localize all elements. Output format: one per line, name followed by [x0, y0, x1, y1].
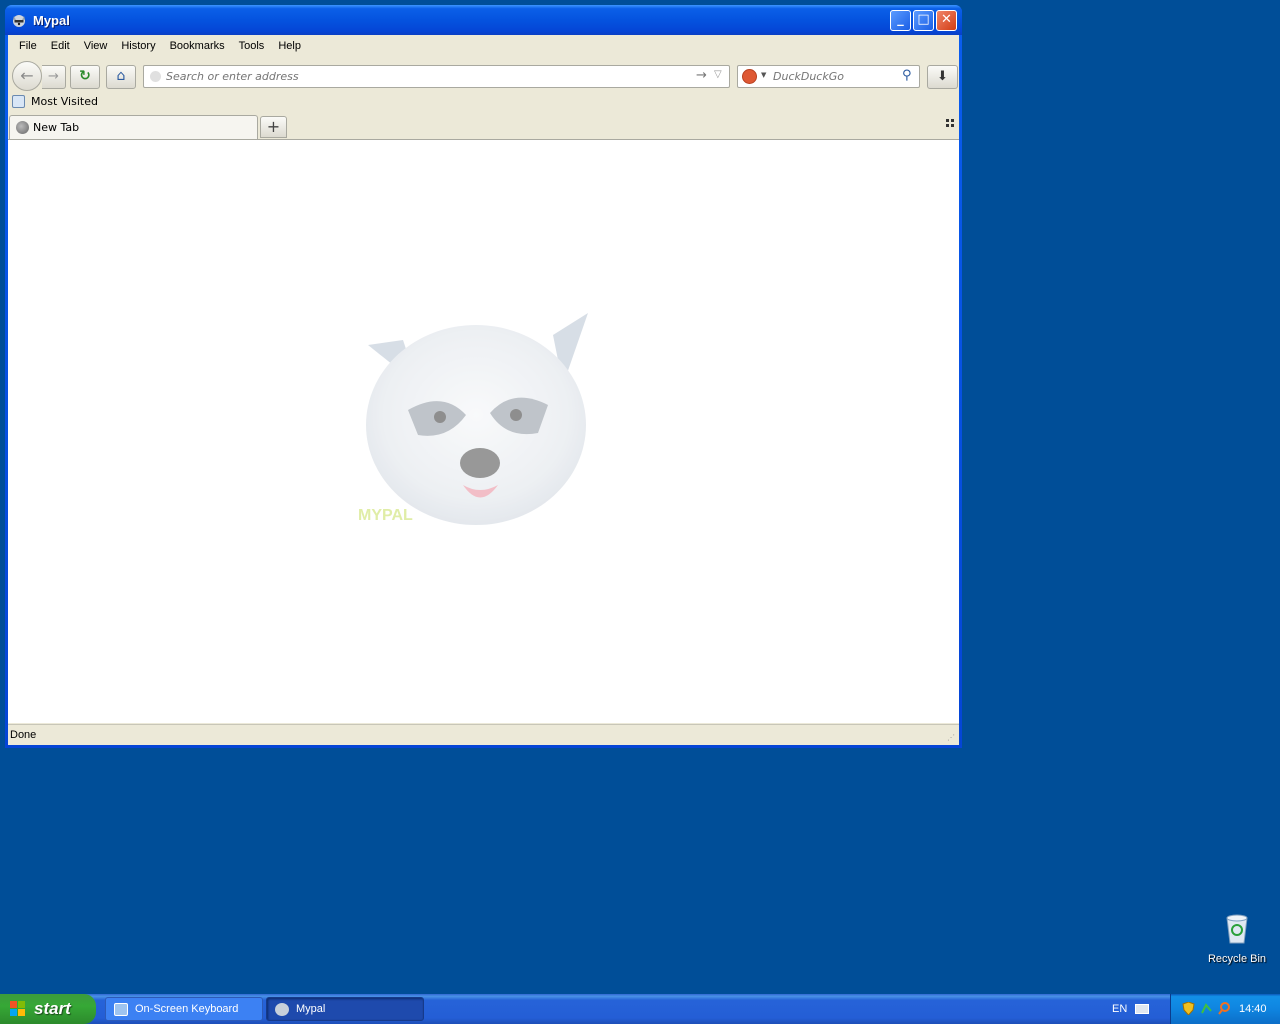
tab-list-button[interactable]	[945, 118, 955, 128]
tab-strip: New Tab +	[8, 114, 959, 139]
search-input[interactable]	[773, 68, 898, 85]
reload-icon: ↻	[79, 68, 91, 84]
recycle-bin-label: Recycle Bin	[1207, 953, 1267, 965]
logo-caption: MYPAL	[358, 507, 413, 524]
history-dropdown-icon[interactable]: ▽	[714, 69, 722, 80]
system-tray: 14:40	[1170, 994, 1280, 1024]
engine-dropdown-icon[interactable]: ▼	[761, 71, 766, 79]
grid-icon	[946, 119, 954, 127]
site-identity-icon[interactable]	[150, 71, 161, 82]
browser-window: Mypal _ □ ✕ File Edit View History Bookm…	[5, 5, 962, 748]
new-tab-button[interactable]: +	[260, 116, 287, 138]
resize-grip-icon[interactable]: ⋰	[947, 733, 957, 743]
minimize-button[interactable]: _	[890, 10, 911, 31]
bookmark-most-visited[interactable]: Most Visited	[12, 95, 98, 108]
network-icon[interactable]	[1200, 1002, 1213, 1015]
go-arrow-icon[interactable]: →	[696, 68, 707, 83]
reload-button[interactable]: ↻	[70, 65, 100, 89]
search-bar[interactable]: ▼ ⚲	[737, 65, 920, 88]
title-bar[interactable]: Mypal _ □ ✕	[5, 5, 962, 35]
mypal-app-icon	[13, 15, 25, 27]
home-icon: ⌂	[116, 68, 126, 84]
keyboard-icon	[114, 1003, 128, 1016]
start-label: start	[34, 999, 71, 1018]
taskbar: start On-Screen Keyboard Mypal EN 14:40	[0, 994, 1280, 1024]
menu-help[interactable]: Help	[271, 40, 308, 52]
most-visited-folder-icon	[12, 95, 25, 108]
page-content[interactable]: MYPAL	[8, 139, 959, 723]
tab-label: New Tab	[33, 121, 80, 134]
windows-logo-icon	[10, 1001, 25, 1016]
search-icon[interactable]: ⚲	[902, 68, 912, 83]
language-indicator[interactable]: EN	[1112, 1003, 1127, 1015]
address-bar[interactable]: → ▽	[143, 65, 730, 88]
status-text: Done	[10, 729, 37, 741]
taskbar-item-on-screen-keyboard[interactable]: On-Screen Keyboard	[105, 997, 263, 1021]
tab-new-tab[interactable]: New Tab	[9, 115, 258, 139]
menu-bar: File Edit View History Bookmarks Tools H…	[8, 35, 959, 57]
clock[interactable]: 14:40	[1239, 1003, 1267, 1015]
forward-arrow-icon: →	[48, 69, 59, 84]
desktop-icon-recycle-bin[interactable]: Recycle Bin	[1203, 912, 1271, 965]
window-title: Mypal	[33, 13, 70, 28]
menu-history[interactable]: History	[114, 40, 162, 52]
bookmark-label: Most Visited	[31, 95, 98, 108]
keyboard-layout-icon[interactable]	[1135, 1004, 1149, 1014]
duckduckgo-engine-icon[interactable]	[742, 69, 757, 84]
mypal-app-icon	[275, 1003, 289, 1016]
back-button[interactable]: ←	[12, 61, 42, 91]
menu-bookmarks[interactable]: Bookmarks	[163, 40, 232, 52]
menu-edit[interactable]: Edit	[44, 40, 77, 52]
address-input[interactable]	[166, 68, 686, 85]
menu-view[interactable]: View	[77, 40, 115, 52]
recycle-bin-icon	[1226, 914, 1248, 944]
status-bar: Done ⋰	[8, 724, 959, 745]
close-button[interactable]: ✕	[936, 10, 957, 31]
navigation-toolbar: ← → ↻ ⌂ → ▽ ▼ ⚲	[8, 57, 959, 91]
taskbar-item-mypal[interactable]: Mypal	[266, 997, 424, 1021]
bookmarks-toolbar: Most Visited	[8, 91, 959, 114]
download-arrow-icon: ⬇	[937, 69, 948, 84]
search-tray-icon[interactable]	[1218, 1002, 1231, 1015]
start-button[interactable]: start	[0, 994, 96, 1024]
globe-icon	[16, 121, 29, 134]
raccoon-logo: MYPAL	[358, 313, 588, 525]
task-label: Mypal	[296, 1003, 326, 1015]
downloads-button[interactable]: ⬇	[927, 65, 958, 89]
forward-button[interactable]: →	[42, 65, 66, 89]
security-shield-icon[interactable]	[1182, 1002, 1195, 1015]
task-label: On-Screen Keyboard	[135, 1003, 239, 1015]
browser-client-area: File Edit View History Bookmarks Tools H…	[8, 35, 959, 745]
maximize-button[interactable]: □	[913, 10, 934, 31]
back-arrow-icon: ←	[20, 66, 34, 85]
home-button[interactable]: ⌂	[106, 65, 136, 89]
menu-tools[interactable]: Tools	[232, 40, 272, 52]
menu-file[interactable]: File	[12, 40, 44, 52]
